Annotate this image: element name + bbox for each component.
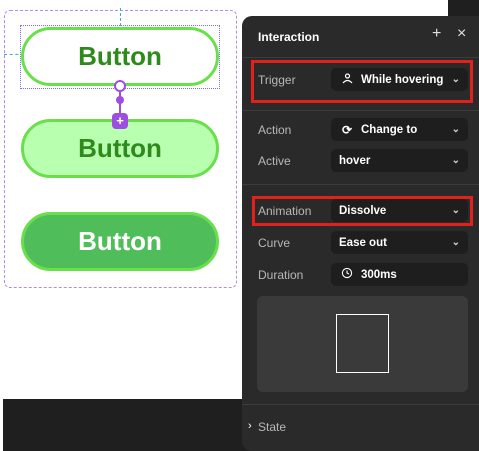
connector-start-handle[interactable] [114, 80, 126, 92]
duration-input[interactable]: 300ms [331, 263, 468, 286]
chevron-right-icon[interactable]: › [248, 420, 252, 432]
action-label: Action [258, 123, 292, 137]
action-select[interactable]: ⟳ Change to ⌄ [331, 118, 468, 141]
interaction-panel: Interaction + × Trigger While hovering ⌄… [242, 16, 479, 451]
button-label: Button [78, 133, 162, 163]
app-stage: Button Button Button + Interaction + × T… [0, 0, 479, 451]
curve-select[interactable]: Ease out ⌄ [331, 231, 468, 254]
connector-dot [116, 96, 124, 104]
button-pressed-variant[interactable]: Button [21, 212, 219, 271]
add-interaction-icon[interactable]: + [112, 113, 128, 129]
duration-label: Duration [258, 268, 304, 282]
state-section-label[interactable]: State [258, 420, 286, 434]
button-default-variant[interactable]: Button [21, 27, 219, 86]
button-label: Button [78, 226, 162, 256]
refresh-icon: ⟳ [341, 122, 353, 137]
chevron-down-icon: ⌄ [451, 124, 460, 135]
divider [242, 57, 479, 58]
animation-preview [257, 296, 468, 392]
divider [242, 404, 479, 405]
preview-box [336, 314, 389, 373]
curve-label: Curve [258, 236, 291, 250]
close-icon[interactable]: × [457, 25, 466, 43]
animation-highlight [252, 196, 473, 226]
chevron-down-icon: ⌄ [451, 237, 460, 248]
add-icon[interactable]: + [432, 25, 441, 43]
active-label: Active [258, 154, 291, 168]
divider [242, 184, 479, 185]
trigger-highlight [251, 60, 473, 103]
active-value: hover [339, 154, 371, 167]
duration-value: 300ms [361, 268, 397, 281]
action-value: Change to [361, 123, 418, 136]
curve-value: Ease out [339, 236, 387, 249]
chevron-down-icon: ⌄ [451, 155, 460, 166]
panel-title: Interaction [258, 30, 320, 44]
divider [242, 110, 479, 111]
timer-icon [339, 267, 355, 282]
guide-vertical [120, 8, 121, 26]
button-label: Button [78, 41, 162, 71]
active-select[interactable]: hover ⌄ [331, 149, 468, 172]
